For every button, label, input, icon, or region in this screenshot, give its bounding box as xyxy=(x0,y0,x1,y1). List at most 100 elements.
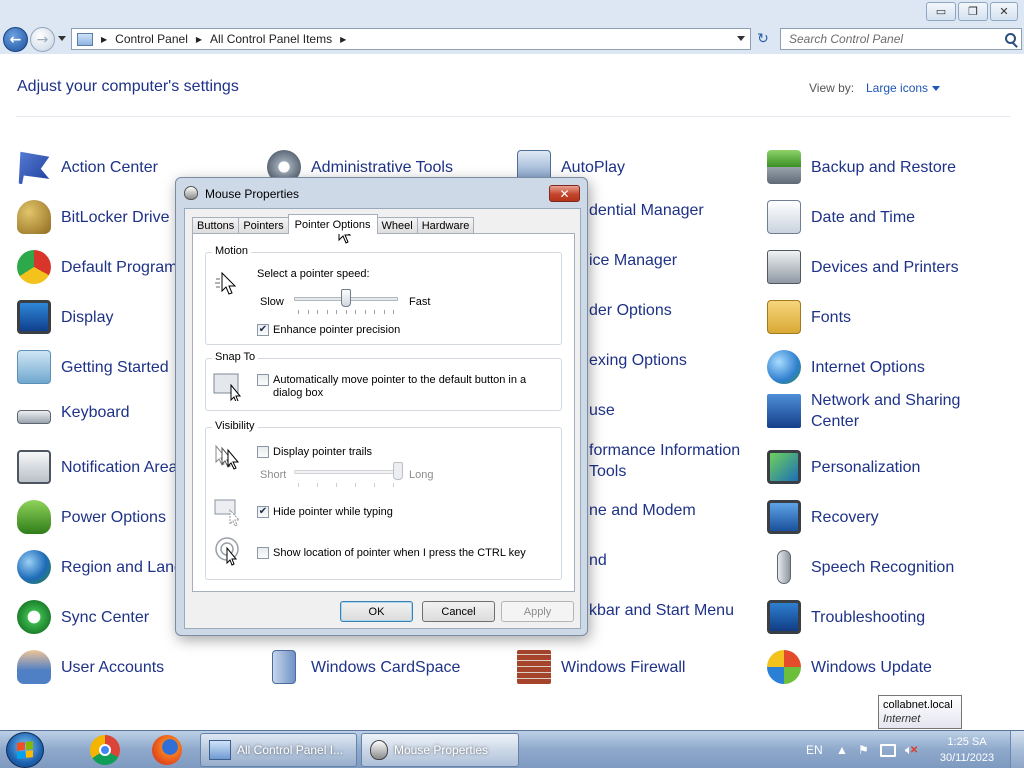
cp-item-mouse[interactable]: use xyxy=(589,400,615,421)
cp-item-label-line1: formance Information xyxy=(589,442,741,459)
cp-item-label: Windows Update xyxy=(811,658,932,676)
breadcrumb-control-panel[interactable]: Control Panel xyxy=(115,32,188,46)
taskbar-pin-chrome[interactable] xyxy=(80,733,130,767)
cp-item-default-programs[interactable]: Default Program xyxy=(17,250,178,284)
motion-group: Motion Select a pointer speed: Slow Fast… xyxy=(205,245,562,345)
ok-button[interactable]: OK xyxy=(340,601,413,622)
cp-item-fonts[interactable]: Fonts xyxy=(767,300,851,334)
recent-pages-dropdown-icon[interactable] xyxy=(58,36,66,41)
tab-wheel[interactable]: Wheel xyxy=(376,217,418,234)
cp-item-windows-firewall[interactable]: Windows Firewall xyxy=(517,650,685,684)
address-field[interactable]: ▶ Control Panel ▶ All Control Panel Item… xyxy=(71,28,751,50)
cardspace-icon xyxy=(272,650,296,684)
cancel-button[interactable]: Cancel xyxy=(422,601,495,622)
minimize-button[interactable]: ▭ xyxy=(926,2,956,21)
cp-item-windows-cardspace[interactable]: Windows CardSpace xyxy=(267,650,460,684)
view-by-dropdown[interactable]: Large icons xyxy=(866,81,928,95)
pointer-speed-slider-thumb[interactable] xyxy=(341,289,351,307)
volume-tray-button[interactable]: 🔈︎ ✕ xyxy=(905,731,918,768)
task-label: All Control Panel I... xyxy=(237,743,344,757)
cp-item-windows-update[interactable]: Windows Update xyxy=(767,650,932,684)
breadcrumb-all-items[interactable]: All Control Panel Items xyxy=(210,32,332,46)
cp-item-credential-manager[interactable]: dential Manager xyxy=(589,200,704,221)
enhance-precision-checkbox[interactable]: ✔ xyxy=(257,324,269,336)
taskbar-pin-firefox[interactable] xyxy=(142,733,192,767)
cp-item-sync-center[interactable]: Sync Center xyxy=(17,600,149,634)
cp-item-backup-restore[interactable]: Backup and Restore xyxy=(767,150,956,184)
taskbar-task-mouse-properties[interactable]: Mouse Properties xyxy=(361,733,519,767)
cp-item-user-accounts[interactable]: User Accounts xyxy=(17,650,164,684)
cp-item-performance[interactable]: formance Information Tools xyxy=(589,440,740,482)
search-input[interactable] xyxy=(781,29,991,49)
cp-item-troubleshooting[interactable]: Troubleshooting xyxy=(767,600,925,634)
back-arrow-icon: ← xyxy=(9,31,22,48)
cp-item-network-sharing[interactable]: Network and Sharing Center xyxy=(767,390,960,432)
trail-length-slider-thumb[interactable] xyxy=(393,462,403,480)
cp-item-label: dential Manager xyxy=(589,202,704,219)
breadcrumb-chevron-icon[interactable]: ▶ xyxy=(196,35,202,44)
cp-item-phone-modem[interactable]: ne and Modem xyxy=(589,500,696,521)
search-box[interactable] xyxy=(780,28,1022,50)
cp-item-sound[interactable]: nd xyxy=(589,550,607,571)
action-center-tray-button[interactable]: ⚑ xyxy=(858,731,869,768)
cp-item-display[interactable]: Display xyxy=(17,300,113,334)
tab-hardware[interactable]: Hardware xyxy=(416,217,475,234)
cp-item-internet-options[interactable]: Internet Options xyxy=(767,350,925,384)
apply-button[interactable]: Apply xyxy=(501,601,574,622)
trail-length-slider-track[interactable] xyxy=(294,470,398,474)
cp-item-bitlocker[interactable]: BitLocker Drive E xyxy=(17,200,185,234)
tab-buttons[interactable]: Buttons xyxy=(192,217,240,234)
forward-button[interactable]: → xyxy=(30,27,55,52)
cp-item-getting-started[interactable]: Getting Started xyxy=(17,350,169,384)
network-tray-button[interactable] xyxy=(880,731,896,768)
snap-to-label[interactable]: Automatically move pointer to the defaul… xyxy=(273,374,526,400)
pointer-trails-label[interactable]: Display pointer trails xyxy=(273,446,372,458)
cp-item-label: der Options xyxy=(589,302,672,319)
hide-pointer-checkbox[interactable]: ✔ xyxy=(257,506,269,518)
cp-item-device-manager[interactable]: ice Manager xyxy=(589,250,677,271)
show-location-checkbox[interactable] xyxy=(257,547,269,559)
monitor-icon xyxy=(17,300,51,334)
clock-date: 30/11/2023 xyxy=(939,752,995,764)
address-dropdown-icon[interactable] xyxy=(737,36,745,41)
cp-item-region-language[interactable]: Region and Lang xyxy=(17,550,183,584)
cp-item-action-center[interactable]: Action Center xyxy=(17,150,158,184)
cp-item-notification-area[interactable]: Notification Area xyxy=(17,450,178,484)
restore-button[interactable]: ❐ xyxy=(958,2,988,21)
show-location-label[interactable]: Show location of pointer when I press th… xyxy=(273,547,526,559)
back-button[interactable]: ← xyxy=(3,27,28,52)
tab-pointers[interactable]: Pointers xyxy=(238,217,289,234)
short-label: Short xyxy=(260,469,287,481)
close-window-button[interactable]: ✕ xyxy=(990,2,1018,21)
language-indicator[interactable]: EN xyxy=(806,731,823,768)
cp-item-personalization[interactable]: Personalization xyxy=(767,450,920,484)
cp-item-speech-recognition[interactable]: Speech Recognition xyxy=(767,550,954,584)
dialog-title: Mouse Properties xyxy=(205,187,300,201)
pointer-trails-checkbox[interactable] xyxy=(257,446,269,458)
hide-pointer-label[interactable]: Hide pointer while typing xyxy=(273,506,393,518)
breadcrumb-chevron-icon[interactable]: ▶ xyxy=(101,35,107,44)
dialog-close-button[interactable]: ✕ xyxy=(549,185,580,202)
cp-item-recovery[interactable]: Recovery xyxy=(767,500,879,534)
dialog-body: Buttons Pointers Pointer Options Wheel H… xyxy=(184,208,581,629)
cp-item-label: Date and Time xyxy=(811,208,916,226)
show-hidden-icons-button[interactable]: ▲ xyxy=(836,731,848,768)
cp-item-folder-options[interactable]: der Options xyxy=(589,300,672,321)
refresh-button[interactable]: ↻ xyxy=(752,28,774,50)
snap-to-checkbox[interactable] xyxy=(257,374,269,386)
cp-item-devices-printers[interactable]: Devices and Printers xyxy=(767,250,959,284)
cp-item-power-options[interactable]: Power Options xyxy=(17,500,166,534)
cp-item-keyboard[interactable]: Keyboard xyxy=(17,400,130,424)
tab-pointer-options[interactable]: Pointer Options xyxy=(287,214,378,234)
cp-item-taskbar-start-menu[interactable]: kbar and Start Menu xyxy=(589,600,734,621)
view-by-chevron-down-icon[interactable] xyxy=(932,86,940,91)
breadcrumb-chevron-icon[interactable]: ▶ xyxy=(340,35,346,44)
show-desktop-button[interactable] xyxy=(1010,731,1024,768)
start-button[interactable] xyxy=(6,732,44,768)
taskbar-task-control-panel[interactable]: All Control Panel I... xyxy=(200,733,357,767)
search-icon[interactable] xyxy=(1005,33,1016,44)
cp-item-indexing-options[interactable]: exing Options xyxy=(589,350,687,371)
enhance-precision-label[interactable]: Enhance pointer precision xyxy=(273,324,400,336)
taskbar-clock[interactable]: 1:25 SA 30/11/2023 xyxy=(930,734,1004,766)
cp-item-date-time[interactable]: Date and Time xyxy=(767,200,915,234)
